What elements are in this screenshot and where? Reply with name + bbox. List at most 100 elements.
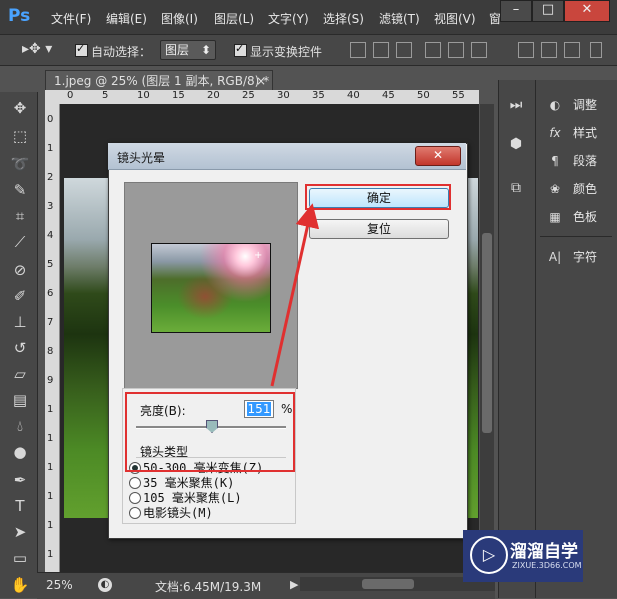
crop-tool-icon[interactable]: ⌗: [10, 206, 30, 226]
status-info-icon[interactable]: ◐: [98, 578, 112, 592]
ruler-h-tick: 10: [137, 90, 150, 101]
ruler-h-tick: 40: [347, 90, 360, 101]
swatches-icon: ▦: [549, 210, 561, 224]
menu-file[interactable]: 文件(F): [51, 10, 91, 27]
play-logo-icon: ▷: [470, 536, 508, 574]
auto-select-label: 自动选择：: [91, 45, 152, 59]
character-icon: A|: [548, 250, 562, 264]
menu-view[interactable]: 视图(V): [434, 10, 476, 27]
panel-adjustments[interactable]: ◐ 调整: [545, 95, 597, 115]
document-tab[interactable]: 1.jpeg @ 25% (图层 1 副本, RGB/8) * ×: [45, 70, 273, 90]
lens-radio-movie[interactable]: [129, 507, 141, 519]
align-vcenter-icon[interactable]: [373, 42, 389, 58]
ruler-h-tick: 0: [67, 90, 74, 101]
panel-styles[interactable]: fx 样式: [545, 123, 597, 143]
ruler-v-tick: 4: [47, 230, 54, 241]
ok-highlight-box: [305, 184, 451, 210]
lens-radio-35[interactable]: [129, 477, 141, 489]
marquee-tool-icon[interactable]: ⬚: [10, 126, 30, 146]
menu-layer[interactable]: 图层(L): [214, 10, 254, 27]
ruler-v-tick: 7: [47, 317, 54, 328]
vertical-scroll-thumb[interactable]: [482, 233, 492, 433]
move-tool-preset-icon[interactable]: ▸✥ ▾: [22, 41, 52, 57]
document-tab-close-icon[interactable]: ×: [256, 71, 266, 91]
history-panel-icon[interactable]: ⏭: [508, 97, 524, 113]
ruler-h-tick: 25: [242, 90, 255, 101]
photoshop-logo: Ps: [8, 6, 31, 26]
menu-filter[interactable]: 滤镜(T): [379, 10, 420, 27]
type-tool-icon[interactable]: T: [10, 496, 30, 516]
menu-select[interactable]: 选择(S): [323, 10, 364, 27]
ruler-v-tick: 6: [47, 288, 54, 299]
vertical-ruler: 0 1 2 3 4 5 6 7 8 9 1 1 1 1 1 1: [45, 104, 60, 572]
ruler-v-tick: 2: [47, 172, 54, 183]
align-right-icon[interactable]: [471, 42, 487, 58]
distribute-bottom-icon[interactable]: [564, 42, 580, 58]
paragraph-icon: ¶: [551, 154, 559, 168]
distribute-more-icon[interactable]: [590, 42, 602, 58]
panel-adjustments-label: 调整: [573, 98, 598, 112]
menu-image[interactable]: 图像(I): [161, 10, 198, 27]
eraser-tool-icon[interactable]: ▱: [10, 364, 30, 384]
panel-paragraph[interactable]: ¶ 段落: [545, 151, 597, 171]
panel-color-label: 颜色: [573, 182, 598, 196]
adjustments-icon: ◐: [549, 98, 561, 112]
blur-tool-icon[interactable]: 💧︎: [10, 416, 30, 436]
lasso-tool-icon[interactable]: ➰: [10, 154, 30, 174]
brush-tool-icon[interactable]: ✐: [10, 286, 30, 306]
flare-preview-image[interactable]: [151, 243, 271, 333]
reset-button[interactable]: 复位: [309, 219, 449, 239]
ruler-h-tick: 15: [172, 90, 185, 101]
ruler-v-tick: 1: [47, 143, 54, 154]
panel-divider: [540, 236, 612, 237]
auto-select-dropdown[interactable]: 图层 ⬍: [160, 40, 216, 60]
horizontal-scroll-thumb[interactable]: [362, 579, 414, 589]
history-brush-tool-icon[interactable]: ↺: [10, 338, 30, 358]
panel-color[interactable]: ❀ 颜色: [545, 179, 597, 199]
document-tab-title: 1.jpeg @ 25% (图层 1 副本, RGB/8) *: [54, 74, 270, 88]
align-top-icon[interactable]: [350, 42, 366, 58]
ruler-v-tick: 0: [47, 114, 54, 125]
path-selection-tool-icon[interactable]: ➤: [10, 522, 30, 542]
zoom-level[interactable]: 25%: [46, 578, 73, 592]
auto-select-checkbox[interactable]: [75, 42, 88, 57]
align-hcenter-icon[interactable]: [448, 42, 464, 58]
status-menu-arrow-icon[interactable]: ▶: [290, 578, 298, 591]
distribute-vcenter-icon[interactable]: [541, 42, 557, 58]
align-left-icon[interactable]: [425, 42, 441, 58]
dialog-close-button[interactable]: ✕: [415, 146, 461, 166]
panel-character[interactable]: A| 字符: [545, 247, 597, 267]
show-transform-label: 显示变换控件: [250, 45, 323, 59]
ruler-v-tick: 1: [47, 549, 54, 560]
properties-panel-icon[interactable]: ⧉: [508, 180, 524, 196]
maximize-button[interactable]: □: [532, 0, 564, 22]
menu-type[interactable]: 文字(Y): [268, 10, 309, 27]
eyedropper-tool-icon[interactable]: ⟋: [10, 232, 30, 252]
ruler-v-tick: 5: [47, 259, 54, 270]
quick-select-tool-icon[interactable]: ✎: [10, 180, 30, 200]
ruler-h-tick: 35: [312, 90, 325, 101]
panel-styles-label: 样式: [573, 126, 598, 140]
align-bottom-icon[interactable]: [396, 42, 412, 58]
healing-brush-tool-icon[interactable]: ⊘: [10, 260, 30, 280]
clone-stamp-tool-icon[interactable]: ⊥: [10, 312, 30, 332]
hand-tool-icon[interactable]: ✋: [10, 575, 30, 595]
lens-option-movie-label[interactable]: 电影镜头(M): [143, 504, 213, 521]
watermark-url: ZIXUE.3D66.COM: [512, 561, 582, 570]
move-tool-icon[interactable]: ✥: [10, 98, 30, 118]
3d-panel-icon[interactable]: ⬢: [508, 136, 524, 152]
menu-edit[interactable]: 编辑(E): [106, 10, 147, 27]
ruler-h-tick: 5: [102, 90, 109, 101]
flare-center-marker[interactable]: +: [254, 251, 262, 261]
gradient-tool-icon[interactable]: ▤: [10, 390, 30, 410]
shape-tool-icon[interactable]: ▭: [10, 548, 30, 568]
show-transform-checkbox[interactable]: [234, 42, 247, 57]
lens-radio-105[interactable]: [129, 492, 141, 504]
pen-tool-icon[interactable]: ✒: [10, 470, 30, 490]
window-close-button[interactable]: ✕: [564, 0, 610, 22]
panel-swatches[interactable]: ▦ 色板: [545, 207, 597, 227]
color-icon: ❀: [549, 182, 561, 196]
distribute-top-icon[interactable]: [518, 42, 534, 58]
dodge-tool-icon[interactable]: ●: [10, 442, 30, 462]
minimize-button[interactable]: –: [500, 0, 532, 22]
